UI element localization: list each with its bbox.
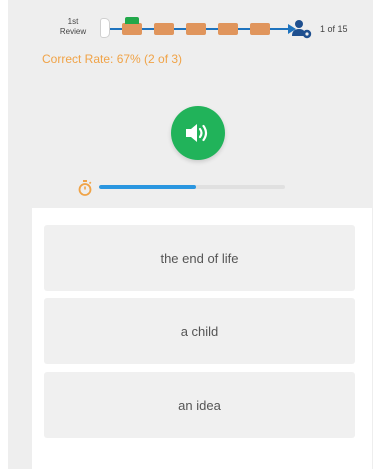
progress-card xyxy=(250,23,270,35)
play-audio-button[interactable] xyxy=(171,106,225,160)
timer-bar-fill xyxy=(99,185,196,189)
quiz-screen: 1st Review 1 of 15 Correct Rate: 67% (2 … xyxy=(8,0,373,469)
start-marker xyxy=(100,18,110,38)
answer-option-3[interactable]: an idea xyxy=(44,372,355,438)
progress-card-current xyxy=(122,17,142,35)
correct-rate: Correct Rate: 67% (2 of 3) xyxy=(42,52,183,66)
user-settings-icon[interactable] xyxy=(292,19,312,39)
review-label: 1st Review xyxy=(50,17,96,37)
answer-panel: the end of life a child an idea xyxy=(32,208,372,469)
progress-track xyxy=(100,14,310,40)
answer-option-2[interactable]: a child xyxy=(44,298,355,364)
progress-card xyxy=(218,23,238,35)
stopwatch-icon xyxy=(78,180,92,196)
review-label-text: 1st Review xyxy=(59,17,87,36)
progress-card xyxy=(186,23,206,35)
answer-option-1[interactable]: the end of life xyxy=(44,225,355,291)
progress-card xyxy=(154,23,174,35)
timer-bar xyxy=(99,185,285,189)
speaker-icon xyxy=(186,124,208,142)
card-counter: 1 of 15 xyxy=(320,24,348,34)
